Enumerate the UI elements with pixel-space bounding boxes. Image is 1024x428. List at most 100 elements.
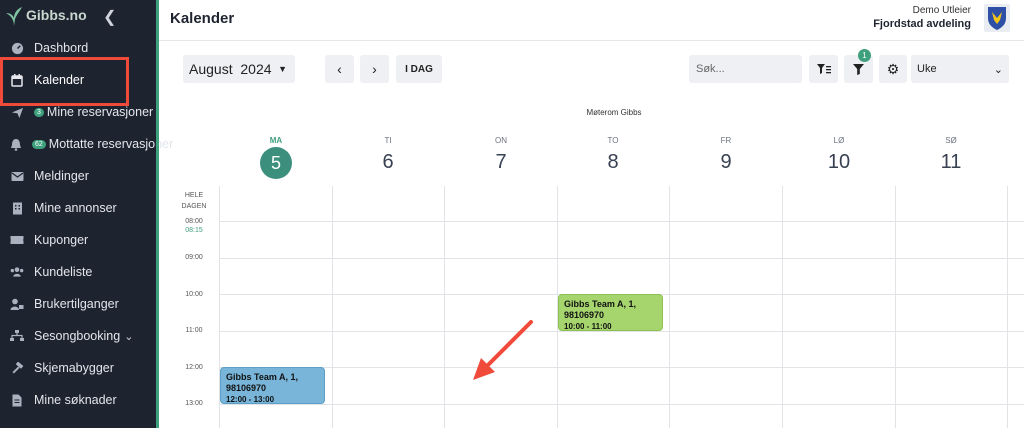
logo-text: Gibbs.no [26, 7, 87, 23]
calendar-event[interactable]: Gibbs Team A, 1, 98106970 10:00 - 11:00 [558, 294, 663, 331]
sidebar-item-brukertilganger[interactable]: Brukertilganger [0, 289, 156, 319]
sidebar-item-label: Meldinger [34, 169, 89, 183]
search-placeholder: Søk... [696, 63, 725, 75]
sidebar-item-label: Brukertilganger [34, 297, 119, 311]
resource-name: Møterom Gibbs [586, 108, 642, 117]
grid-line [444, 186, 445, 428]
chevron-left-icon: ‹ [337, 61, 342, 77]
next-week-button[interactable]: › [360, 55, 389, 83]
arrow-annotation-icon [473, 320, 533, 380]
sidebar-item-meldinger[interactable]: Meldinger [0, 161, 156, 191]
user-org[interactable]: Fjordstad avdeling [873, 18, 971, 30]
grid-line [332, 186, 333, 428]
sidebar-item-label: Kundeliste [34, 265, 93, 279]
plane-icon [10, 105, 24, 119]
previous-week-button[interactable]: ‹ [325, 55, 354, 83]
sidebar-item-skjemabygger[interactable]: Skjemabygger [0, 353, 156, 383]
users-icon [10, 265, 24, 279]
filter-list-icon [816, 63, 831, 74]
filter-count-badge: 1 [858, 49, 871, 62]
hammer-icon [10, 361, 24, 375]
search-input[interactable]: Søk... [689, 55, 802, 83]
settings-button[interactable]: ⚙ [879, 55, 907, 83]
time-label: 10:00 [185, 291, 203, 298]
grid-line [1007, 186, 1008, 428]
chevron-down-icon[interactable]: ⌄ [124, 330, 133, 343]
month-year-select[interactable]: August 2024 ▼ [183, 55, 295, 83]
view-label: Uke [917, 63, 937, 75]
day-name: TI [384, 136, 392, 145]
grid-line [219, 221, 1024, 222]
coat-of-arms-avatar[interactable] [984, 4, 1010, 32]
sidebar-item-label: Mine søknader [34, 393, 117, 407]
day-header-monday[interactable]: MA 5 [220, 136, 332, 179]
view-select[interactable]: Uke ⌄ [911, 55, 1009, 83]
count-badge: 3 [34, 107, 44, 117]
day-number: 7 [495, 151, 507, 173]
list-filter-button[interactable] [809, 55, 838, 83]
event-time: 12:00 - 13:00 [226, 395, 275, 404]
page-title: Kalender [170, 10, 235, 27]
caret-down-icon: ▼ [278, 64, 287, 74]
sidebar-item-label: Mine reservasjoner [46, 105, 154, 119]
day-name: SØ [945, 136, 957, 145]
grid-line [669, 186, 670, 428]
grid-line [219, 258, 1024, 259]
day-header-sunday[interactable]: SØ 11 [895, 136, 1007, 174]
sidebar-item-label: Kuponger [34, 233, 89, 247]
chevron-down-icon: ⌄ [993, 63, 1003, 76]
month-label: August [189, 61, 233, 77]
current-time-label: 08:15 [185, 227, 203, 234]
sidebar: Gibbs.no ❮ Dashbord Kalender 3 Mine rese… [0, 0, 173, 428]
day-header-saturday[interactable]: LØ 10 [783, 136, 895, 174]
sidebar-item-label: Mine annonser [34, 201, 117, 215]
sidebar-item-kundeliste[interactable]: Kundeliste [0, 257, 156, 287]
sidebar-item-kuponger[interactable]: Kuponger [0, 225, 156, 255]
day-name: LØ [833, 136, 845, 145]
day-header-tuesday[interactable]: TI 6 [332, 136, 444, 174]
sidebar-item-mine-soknader[interactable]: Mine søknader [0, 385, 156, 415]
sidebar-item-label: Dashbord [34, 41, 89, 55]
time-label: 09:00 [185, 254, 203, 261]
day-number: 9 [720, 151, 732, 173]
day-name: ON [495, 136, 507, 145]
day-header-friday[interactable]: FR 9 [670, 136, 782, 174]
sidebar-item-mottatte-reservasjoner[interactable]: 62 Mottatte reservasjoner [0, 129, 173, 159]
sidebar-item-label: Skjemabygger [34, 361, 114, 375]
bell-icon [10, 137, 22, 151]
envelope-icon [10, 169, 24, 183]
today-date-circle: 5 [260, 147, 292, 179]
sidebar-item-mine-annonser[interactable]: Mine annonser [0, 193, 156, 223]
day-number: 10 [827, 151, 851, 173]
gauge-icon [10, 41, 24, 55]
day-number: 11 [940, 151, 962, 173]
user-role: Demo Utleier [912, 5, 971, 16]
allday-label: HELE DAGEN [181, 192, 207, 210]
day-header-wednesday[interactable]: ON 7 [445, 136, 557, 174]
ticket-icon [10, 233, 24, 247]
time-label: 13:00 [185, 400, 203, 407]
day-header-thursday[interactable]: TO 8 [557, 136, 669, 174]
filter-icon [853, 63, 864, 75]
event-title: Gibbs Team A, 1, 98106970 [226, 372, 299, 393]
today-button[interactable]: I DAG [396, 55, 442, 83]
sitemap-icon [10, 329, 24, 343]
grid-line [219, 367, 1024, 368]
event-title: Gibbs Team A, 1, 98106970 [564, 299, 637, 320]
day-name: TO [607, 136, 619, 145]
logo[interactable]: Gibbs.no ❮ [0, 0, 156, 34]
day-number: 6 [382, 151, 394, 173]
day-number: 8 [607, 151, 619, 173]
highlight-annotation-box [0, 57, 129, 106]
sidebar-item-sesongbooking[interactable]: Sesongbooking ⌄ [0, 321, 156, 351]
gear-icon: ⚙ [886, 60, 900, 77]
grid-line [782, 186, 783, 428]
header: Kalender Demo Utleier Fjordstad avdeling [159, 0, 1024, 41]
time-label: 08:00 [185, 218, 203, 225]
day-name: MA [269, 136, 283, 145]
sidebar-item-label: Sesongbooking [34, 329, 121, 343]
calendar-event[interactable]: Gibbs Team A, 1, 98106970 12:00 - 13:00 [220, 367, 325, 404]
main-content: Kalender Demo Utleier Fjordstad avdeling… [159, 0, 1024, 428]
collapse-sidebar-icon[interactable]: ❮ [103, 7, 116, 27]
leaf-logo-icon [6, 7, 22, 26]
